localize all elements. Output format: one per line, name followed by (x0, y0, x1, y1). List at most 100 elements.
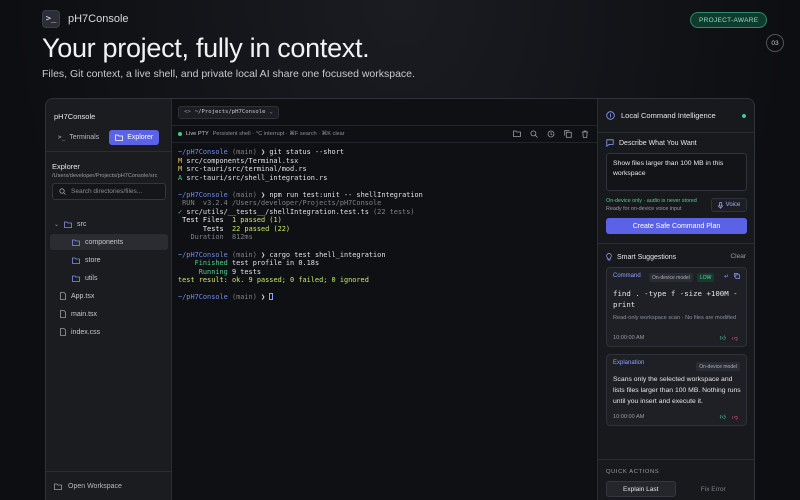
hero-subtitle: Files, Git context, a live shell, and pr… (42, 68, 415, 80)
voice-ready-hint: Ready for on-device voice input (606, 206, 682, 212)
terminal-line: Test Files 1 passed (1) (182, 216, 282, 225)
risk-badge: LOW (697, 273, 715, 282)
card-timestamp: 10:00:00 AM (613, 335, 645, 341)
tab-explorer[interactable]: Explorer (109, 130, 160, 145)
trash-icon[interactable] (580, 129, 589, 138)
search-input[interactable] (71, 188, 161, 195)
tree-item-utils[interactable]: utils (50, 270, 168, 286)
history-icon[interactable] (546, 129, 555, 138)
tree-item-main-tsx[interactable]: main.tsx (50, 306, 168, 322)
explanation-text: Scans only the selected workspace and li… (613, 376, 741, 405)
brand-name: pH7Console (68, 13, 129, 25)
tab-terminals-label: Terminals (69, 134, 100, 141)
insert-icon[interactable]: ↵ (724, 273, 729, 281)
tree-item-label: store (85, 256, 101, 264)
suggestion-card-explanation[interactable]: Explanation On-device model Scans only t… (606, 354, 747, 426)
terminal-line: test result: ok. 9 passed; 0 failed; 0 i… (178, 276, 369, 285)
file-icon (60, 292, 66, 300)
sidebar-divider (46, 151, 171, 152)
card-actions: ↵ (724, 273, 740, 281)
hero-title: Your project, fully in context. (42, 33, 370, 63)
step-indicator: 03 (766, 34, 784, 52)
ai-panel: Local Command Intelligence Describe What… (598, 99, 754, 500)
folder-icon[interactable] (512, 129, 521, 138)
tree-item-label: components (85, 238, 124, 246)
tree-item-label: App.tsx (71, 292, 95, 300)
card-tag: Explanation (613, 360, 645, 366)
app-window: pH7Console >_ Terminals Explorer Explore… (45, 98, 755, 500)
panel-header: Local Command Intelligence (598, 99, 754, 133)
tab-terminals[interactable]: >_ Terminals (52, 130, 105, 145)
terminal-toolbar (512, 129, 589, 138)
open-workspace-button[interactable]: Open Workspace (46, 471, 171, 500)
sidebar-title: pH7Console (54, 112, 96, 121)
microphone-icon (717, 201, 723, 209)
explorer-path: /Users/developer/Projects/pH7Console/src (52, 173, 158, 179)
folder-icon (72, 275, 80, 282)
card-timestamp: 10:00:00 AM (613, 414, 645, 420)
tree-item-label: main.tsx (71, 310, 98, 318)
terminal-line: Running 9 tests (198, 267, 261, 276)
card-rating: 👍︎ 👎︎ (720, 413, 738, 421)
folder-icon (64, 221, 72, 228)
copy-icon[interactable] (734, 273, 740, 281)
tree-item-index-css[interactable]: index.css (50, 324, 168, 340)
file-icon (60, 328, 66, 336)
voice-button[interactable]: Voice (711, 198, 747, 212)
chevron-down-icon: ⌄ (54, 221, 60, 228)
terminal-line: A src-tauri/src/shell_integration.rs (178, 173, 328, 182)
terminal-line: ~/pH7Console (main) ❯ npm run test:unit … (178, 190, 423, 199)
terminal-pane[interactable]: <> ~/Projects/pH7Console ⌄ Live PTY Pers… (172, 99, 598, 500)
tree-item-app-tsx[interactable]: App.tsx (50, 288, 168, 304)
prompt-icon: >_ (58, 134, 66, 141)
suggestions-label: Smart Suggestions (606, 253, 676, 261)
explorer-heading: Explorer (52, 162, 80, 171)
terminal-cursor (269, 293, 274, 301)
tree-item-label: index.css (71, 328, 101, 336)
suggested-command: find . -type f -size +100M -print (613, 289, 738, 309)
explain-last-button[interactable]: Explain Last (606, 481, 676, 497)
fix-error-button[interactable]: Fix Error (680, 481, 748, 497)
project-aware-badge: PROJECT-AWARE (690, 12, 768, 28)
lightbulb-icon (606, 253, 612, 261)
file-icon (60, 310, 66, 318)
brand: >_ pH7Console (42, 10, 129, 28)
thumbs-down-icon[interactable]: 👎︎ (732, 413, 738, 421)
model-chip: On-device model (696, 362, 740, 371)
prompt-textarea[interactable]: Show files larger than 100 MB in this wo… (606, 153, 747, 191)
search-icon (59, 188, 66, 195)
tree-item-src[interactable]: ⌄ src (50, 216, 168, 232)
create-command-plan-button[interactable]: Create Safe Command Plan (606, 218, 747, 234)
terminal-line: ~/pH7Console (main) ❯ git status --short (178, 148, 344, 156)
chat-icon (606, 139, 614, 147)
terminal-line: M src-tauri/src/terminal/mod.rs (178, 165, 307, 174)
terminal-prompt-line[interactable]: ~/pH7Console (main) ❯ (178, 293, 591, 302)
folder-icon (72, 257, 80, 264)
info-icon (606, 111, 615, 120)
chevron-down-icon: ⌄ (269, 109, 273, 115)
panel-title: Local Command Intelligence (621, 111, 716, 120)
live-status-dot (178, 132, 182, 136)
terminal-output: ~/pH7Console (main) ❯ git status --short… (178, 148, 591, 302)
tree-item-components[interactable]: components (50, 234, 168, 250)
privacy-hint: On-device only · audio is never stored (606, 198, 697, 204)
search-icon[interactable] (529, 129, 538, 138)
copy-icon[interactable] (563, 129, 572, 138)
explorer-search[interactable] (52, 183, 166, 200)
folder-icon (115, 134, 124, 141)
terminal-tabbar: <> ~/Projects/pH7Console ⌄ (172, 99, 597, 125)
card-rating: 👍︎ 👎︎ (720, 334, 738, 342)
panel-divider (598, 243, 754, 244)
folder-icon (72, 239, 80, 246)
thumbs-up-icon[interactable]: 👍︎ (720, 334, 726, 342)
thumbs-up-icon[interactable]: 👍︎ (720, 413, 726, 421)
terminal-line: Duration 812ms (190, 233, 253, 242)
terminal-logo-icon: >_ (42, 10, 60, 28)
thumbs-down-icon[interactable]: 👎︎ (732, 334, 738, 342)
tree-item-store[interactable]: store (50, 252, 168, 268)
tree-item-label: src (77, 220, 87, 228)
quick-actions-label: QUICK ACTIONS (606, 469, 660, 475)
clear-suggestions-button[interactable]: Clear (730, 253, 746, 260)
suggestion-card-command[interactable]: Command On-device model LOW ↵ find . -ty… (606, 267, 747, 347)
path-selector[interactable]: <> ~/Projects/pH7Console ⌄ (178, 105, 279, 119)
